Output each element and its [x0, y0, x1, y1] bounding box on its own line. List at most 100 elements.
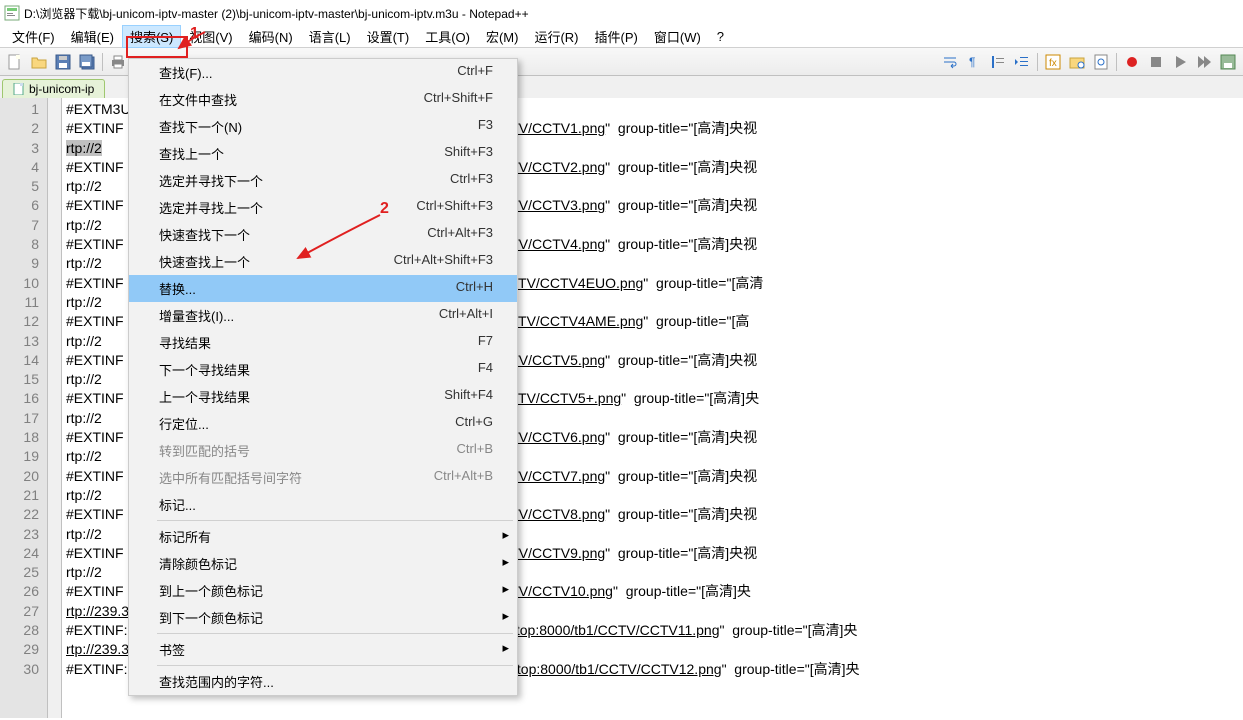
menu-item-5[interactable]: 选定并寻找上一个Ctrl+Shift+F3 — [129, 194, 517, 221]
line-number: 10 — [0, 274, 39, 293]
menu-工具O[interactable]: 工具(O) — [417, 25, 478, 48]
menu-item-6[interactable]: 快速查找下一个Ctrl+Alt+F3 — [129, 221, 517, 248]
menu-item-label: 替换... — [159, 279, 196, 298]
menu-设置T[interactable]: 设置(T) — [359, 25, 418, 48]
menu-视图V[interactable]: 视图(V) — [181, 25, 240, 48]
save-icon[interactable] — [52, 51, 74, 73]
menu-item-18[interactable]: 标记所有▸ — [129, 523, 517, 550]
menu-item-shortcut: F7 — [478, 333, 493, 352]
stop-macro-icon[interactable] — [1145, 51, 1167, 73]
menu-item-3[interactable]: 查找上一个Shift+F3 — [129, 140, 517, 167]
menu-item-20[interactable]: 到上一个颜色标记 ▸ — [129, 577, 517, 604]
menu-item-4[interactable]: 选定并寻找下一个Ctrl+F3 — [129, 167, 517, 194]
line-number: 1 — [0, 100, 39, 119]
line-number: 16 — [0, 389, 39, 408]
menu-item-11[interactable]: 下一个寻找结果F4 — [129, 356, 517, 383]
menu-宏M[interactable]: 宏(M) — [478, 25, 527, 48]
menu-item-2[interactable]: 查找下一个(N)F3 — [129, 113, 517, 140]
menu-编码N[interactable]: 编码(N) — [241, 25, 301, 48]
submenu-arrow-icon: ▸ — [502, 581, 509, 597]
menu-item-label: 增量查找(I)... — [159, 306, 234, 325]
menu-item-23[interactable]: 书签 ▸ — [129, 636, 517, 663]
menu-item-shortcut: F4 — [478, 360, 493, 379]
menu-item-label: 行定位... — [159, 414, 209, 433]
fold-margin — [48, 98, 62, 718]
menu-编辑E[interactable]: 编辑(E) — [63, 25, 122, 48]
menu-item-1[interactable]: 在文件中查找Ctrl+Shift+F — [129, 86, 517, 113]
function-list-icon[interactable]: fx — [1042, 51, 1064, 73]
line-number: 29 — [0, 640, 39, 659]
open-file-icon[interactable] — [28, 51, 50, 73]
menu-item-label: 书签 — [159, 640, 185, 659]
save-macro-icon[interactable] — [1217, 51, 1239, 73]
toolbar-separator — [1116, 53, 1117, 71]
word-wrap-icon[interactable] — [939, 51, 961, 73]
save-all-icon[interactable] — [76, 51, 98, 73]
menu-item-12[interactable]: 上一个寻找结果Shift+F4 — [129, 383, 517, 410]
menu-item-label: 选定并寻找下一个 — [159, 171, 263, 190]
menu-separator — [157, 633, 513, 634]
menu-item-0[interactable]: 查找(F)...Ctrl+F — [129, 59, 517, 86]
menu-?[interactable]: ? — [709, 27, 732, 46]
menu-item-13[interactable]: 行定位... Ctrl+G — [129, 410, 517, 437]
folder-view-icon[interactable] — [1066, 51, 1088, 73]
indent-guide-icon[interactable] — [987, 51, 1009, 73]
search-menu-dropdown: 查找(F)...Ctrl+F在文件中查找Ctrl+Shift+F查找下一个(N)… — [128, 58, 518, 696]
outdent-icon[interactable] — [1011, 51, 1033, 73]
line-number: 7 — [0, 216, 39, 235]
line-number: 3 — [0, 139, 39, 158]
menu-item-shortcut: Ctrl+G — [455, 414, 493, 433]
menu-item-shortcut: Shift+F3 — [444, 144, 493, 163]
menu-item-shortcut: Ctrl+B — [457, 441, 493, 460]
tab-label: bj-unicom-ip — [29, 82, 94, 96]
menu-item-10[interactable]: 寻找结果F7 — [129, 329, 517, 356]
print-icon[interactable] — [107, 51, 129, 73]
line-number: 8 — [0, 235, 39, 254]
menu-item-25[interactable]: 查找范围内的字符... — [129, 668, 517, 695]
menu-item-label: 查找下一个(N) — [159, 117, 242, 136]
record-macro-icon[interactable] — [1121, 51, 1143, 73]
menu-item-8[interactable]: 替换...Ctrl+H — [129, 275, 517, 302]
menu-语言L[interactable]: 语言(L) — [301, 25, 359, 48]
menu-运行R[interactable]: 运行(R) — [526, 25, 586, 48]
menu-item-label: 到上一个颜色标记 — [159, 581, 263, 600]
line-number: 22 — [0, 505, 39, 524]
menu-搜索S[interactable]: 搜索(S) — [122, 25, 181, 48]
menu-item-7[interactable]: 快速查找上一个Ctrl+Alt+Shift+F3 — [129, 248, 517, 275]
line-number: 14 — [0, 351, 39, 370]
menu-item-9[interactable]: 增量查找(I)... Ctrl+Alt+I — [129, 302, 517, 329]
menu-item-shortcut: Ctrl+Alt+I — [439, 306, 493, 325]
menu-item-label: 标记... — [159, 495, 196, 514]
menu-item-shortcut: Shift+F4 — [444, 387, 493, 406]
play-macro-icon[interactable] — [1169, 51, 1191, 73]
menu-item-label: 查找(F)... — [159, 63, 212, 82]
menu-item-21[interactable]: 到下一个颜色标记▸ — [129, 604, 517, 631]
menu-item-14: 转到匹配的括号Ctrl+B — [129, 437, 517, 464]
menu-item-label: 快速查找上一个 — [159, 252, 250, 271]
doc-map-icon[interactable] — [1090, 51, 1112, 73]
line-number: 23 — [0, 525, 39, 544]
menu-item-label: 清除颜色标记 — [159, 554, 237, 573]
menu-item-shortcut: Ctrl+Shift+F — [424, 90, 493, 109]
titlebar: D:\浏览器下载\bj-unicom-iptv-master (2)\bj-un… — [0, 0, 1243, 26]
submenu-arrow-icon: ▸ — [502, 640, 509, 656]
play-multi-icon[interactable] — [1193, 51, 1215, 73]
line-number: 30 — [0, 660, 39, 679]
menu-item-label: 标记所有 — [159, 527, 211, 546]
menu-item-label: 查找范围内的字符... — [159, 672, 274, 691]
menu-插件P[interactable]: 插件(P) — [587, 25, 646, 48]
line-number: 6 — [0, 196, 39, 215]
file-tab[interactable]: bj-unicom-ip — [2, 79, 105, 98]
menu-item-label: 到下一个颜色标记 — [159, 608, 263, 627]
menu-item-shortcut: Ctrl+Alt+B — [434, 468, 493, 487]
show-symbols-icon[interactable]: ¶ — [963, 51, 985, 73]
menu-item-16[interactable]: 标记... — [129, 491, 517, 518]
new-file-icon[interactable] — [4, 51, 26, 73]
line-number: 18 — [0, 428, 39, 447]
line-number: 25 — [0, 563, 39, 582]
line-number-gutter: 1234567891011121314151617181920212223242… — [0, 98, 48, 718]
menu-文件F[interactable]: 文件(F) — [4, 25, 63, 48]
menu-窗口W[interactable]: 窗口(W) — [646, 25, 709, 48]
menu-item-19[interactable]: 清除颜色标记▸ — [129, 550, 517, 577]
menu-item-15: 选中所有匹配括号间字符Ctrl+Alt+B — [129, 464, 517, 491]
